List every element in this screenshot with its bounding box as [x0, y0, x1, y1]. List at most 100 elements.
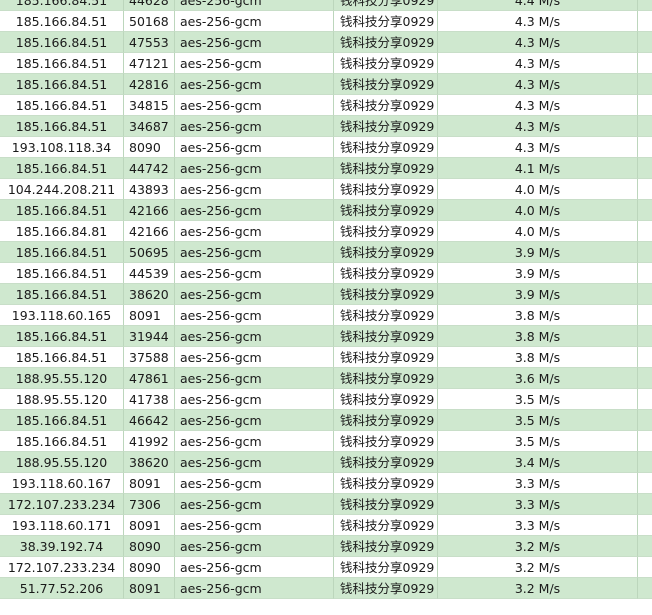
- table-row[interactable]: 193.118.60.167 8091 aes-256-gcm 钱科技分享0929 3.…: [0, 473, 652, 494]
- speed-cell: 3.9 M/s: [438, 263, 638, 284]
- row-trailing-cell: [638, 368, 652, 389]
- table-row[interactable]: 185.166.84.51 47553 aes-256-gcm 钱科技分享0929 4.…: [0, 32, 652, 53]
- row-trailing-cell: [638, 32, 652, 53]
- encryption-method-cell: aes-256-gcm: [175, 284, 334, 305]
- remark-cell: 钱科技分享0929: [334, 137, 438, 158]
- table-row[interactable]: 185.166.84.51 31944 aes-256-gcm 钱科技分享0929 3.…: [0, 326, 652, 347]
- server-ip-cell: 185.166.84.51: [0, 200, 124, 221]
- row-trailing-cell: [638, 557, 652, 578]
- table-row[interactable]: 188.95.55.120 38620 aes-256-gcm 钱科技分享0929 3.…: [0, 452, 652, 473]
- row-trailing-cell: [638, 137, 652, 158]
- table-row[interactable]: 193.118.60.171 8091 aes-256-gcm 钱科技分享0929 3.…: [0, 515, 652, 536]
- remark-cell: 钱科技分享0929: [334, 410, 438, 431]
- row-trailing-cell: [638, 200, 652, 221]
- speed-cell: 4.4 M/s: [438, 0, 638, 11]
- table-row[interactable]: 185.166.84.51 50168 aes-256-gcm 钱科技分享0929 4.…: [0, 11, 652, 32]
- remark-cell: 钱科技分享0929: [334, 389, 438, 410]
- encryption-method-cell: aes-256-gcm: [175, 137, 334, 158]
- table-row[interactable]: 185.166.84.51 50695 aes-256-gcm 钱科技分享0929 3.…: [0, 242, 652, 263]
- table-row[interactable]: 185.166.84.51 46642 aes-256-gcm 钱科技分享0929 3.…: [0, 410, 652, 431]
- speed-cell: 4.3 M/s: [438, 11, 638, 32]
- table-row[interactable]: 185.166.84.51 47121 aes-256-gcm 钱科技分享0929 4.…: [0, 53, 652, 74]
- table-row[interactable]: 188.95.55.120 41738 aes-256-gcm 钱科技分享0929 3.…: [0, 389, 652, 410]
- speed-cell: 3.2 M/s: [438, 578, 638, 599]
- server-ip-cell: 185.166.84.51: [0, 95, 124, 116]
- table-row[interactable]: 193.108.118.34 8090 aes-256-gcm 钱科技分享0929 4.…: [0, 137, 652, 158]
- table-row[interactable]: 185.166.84.51 42166 aes-256-gcm 钱科技分享0929 4.…: [0, 200, 652, 221]
- table-row[interactable]: 38.39.192.74 8090 aes-256-gcm 钱科技分享0929 3.2 …: [0, 536, 652, 557]
- table-row[interactable]: 172.107.233.234 7306 aes-256-gcm 钱科技分享0929 3…: [0, 494, 652, 515]
- table-row[interactable]: 104.244.208.211 43893 aes-256-gcm 钱科技分享0929…: [0, 179, 652, 200]
- encryption-method-cell: aes-256-gcm: [175, 473, 334, 494]
- row-trailing-cell: [638, 389, 652, 410]
- server-port-cell: 47121: [124, 53, 175, 74]
- server-ip-cell: 185.166.84.51: [0, 0, 124, 11]
- server-port-cell: 46642: [124, 410, 175, 431]
- server-ip-cell: 193.108.118.34: [0, 137, 124, 158]
- table-row[interactable]: 185.166.84.51 44628 aes-256-gcm 钱科技分享0929 4.…: [0, 0, 652, 11]
- remark-cell: 钱科技分享0929: [334, 242, 438, 263]
- row-trailing-cell: [638, 11, 652, 32]
- table-row[interactable]: 185.166.84.51 44539 aes-256-gcm 钱科技分享0929 3.…: [0, 263, 652, 284]
- speed-cell: 3.4 M/s: [438, 452, 638, 473]
- server-port-cell: 47861: [124, 368, 175, 389]
- table-row[interactable]: 185.166.84.51 37588 aes-256-gcm 钱科技分享0929 3.…: [0, 347, 652, 368]
- table-row[interactable]: 185.166.84.51 42816 aes-256-gcm 钱科技分享0929 4.…: [0, 74, 652, 95]
- server-port-cell: 42166: [124, 221, 175, 242]
- speed-cell: 3.5 M/s: [438, 431, 638, 452]
- row-trailing-cell: [638, 263, 652, 284]
- speed-cell: 4.3 M/s: [438, 116, 638, 137]
- encryption-method-cell: aes-256-gcm: [175, 116, 334, 137]
- encryption-method-cell: aes-256-gcm: [175, 0, 334, 11]
- table-row[interactable]: 51.77.52.206 8091 aes-256-gcm 钱科技分享0929 3.2 …: [0, 578, 652, 599]
- remark-cell: 钱科技分享0929: [334, 95, 438, 116]
- encryption-method-cell: aes-256-gcm: [175, 431, 334, 452]
- remark-cell: 钱科技分享0929: [334, 557, 438, 578]
- server-port-cell: 7306: [124, 494, 175, 515]
- row-trailing-cell: [638, 221, 652, 242]
- table-row[interactable]: 185.166.84.51 41992 aes-256-gcm 钱科技分享0929 3.…: [0, 431, 652, 452]
- server-ip-cell: 185.166.84.51: [0, 74, 124, 95]
- table-row[interactable]: 172.107.233.234 8090 aes-256-gcm 钱科技分享0929 3…: [0, 557, 652, 578]
- row-trailing-cell: [638, 431, 652, 452]
- table-row[interactable]: 185.166.84.51 34815 aes-256-gcm 钱科技分享0929 4.…: [0, 95, 652, 116]
- speed-cell: 4.0 M/s: [438, 179, 638, 200]
- table-row[interactable]: 188.95.55.120 47861 aes-256-gcm 钱科技分享0929 3.…: [0, 368, 652, 389]
- table-row[interactable]: 185.166.84.81 42166 aes-256-gcm 钱科技分享0929 4.…: [0, 221, 652, 242]
- row-trailing-cell: [638, 452, 652, 473]
- table-row[interactable]: 193.118.60.165 8091 aes-256-gcm 钱科技分享0929 3.…: [0, 305, 652, 326]
- server-port-cell: 8091: [124, 305, 175, 326]
- encryption-method-cell: aes-256-gcm: [175, 263, 334, 284]
- server-port-cell: 8090: [124, 536, 175, 557]
- speed-cell: 4.3 M/s: [438, 137, 638, 158]
- server-ip-cell: 185.166.84.51: [0, 158, 124, 179]
- remark-cell: 钱科技分享0929: [334, 221, 438, 242]
- server-port-cell: 8090: [124, 557, 175, 578]
- server-ip-cell: 193.118.60.165: [0, 305, 124, 326]
- table-row[interactable]: 185.166.84.51 44742 aes-256-gcm 钱科技分享0929 4.…: [0, 158, 652, 179]
- encryption-method-cell: aes-256-gcm: [175, 221, 334, 242]
- server-port-cell: 42166: [124, 200, 175, 221]
- server-table: 185.166.84.51 44628 aes-256-gcm 钱科技分享0929 4.…: [0, 0, 652, 599]
- server-port-cell: 50695: [124, 242, 175, 263]
- encryption-method-cell: aes-256-gcm: [175, 557, 334, 578]
- row-trailing-cell: [638, 53, 652, 74]
- row-trailing-cell: [638, 473, 652, 494]
- encryption-method-cell: aes-256-gcm: [175, 515, 334, 536]
- speed-cell: 3.9 M/s: [438, 284, 638, 305]
- remark-cell: 钱科技分享0929: [334, 536, 438, 557]
- remark-cell: 钱科技分享0929: [334, 515, 438, 536]
- server-ip-cell: 185.166.84.51: [0, 284, 124, 305]
- speed-cell: 4.0 M/s: [438, 221, 638, 242]
- speed-cell: 4.3 M/s: [438, 74, 638, 95]
- row-trailing-cell: [638, 242, 652, 263]
- remark-cell: 钱科技分享0929: [334, 200, 438, 221]
- server-port-cell: 41992: [124, 431, 175, 452]
- server-port-cell: 44742: [124, 158, 175, 179]
- table-row[interactable]: 185.166.84.51 38620 aes-256-gcm 钱科技分享0929 3.…: [0, 284, 652, 305]
- remark-cell: 钱科技分享0929: [334, 116, 438, 137]
- remark-cell: 钱科技分享0929: [334, 74, 438, 95]
- speed-cell: 3.2 M/s: [438, 536, 638, 557]
- table-row[interactable]: 185.166.84.51 34687 aes-256-gcm 钱科技分享0929 4.…: [0, 116, 652, 137]
- speed-cell: 3.6 M/s: [438, 368, 638, 389]
